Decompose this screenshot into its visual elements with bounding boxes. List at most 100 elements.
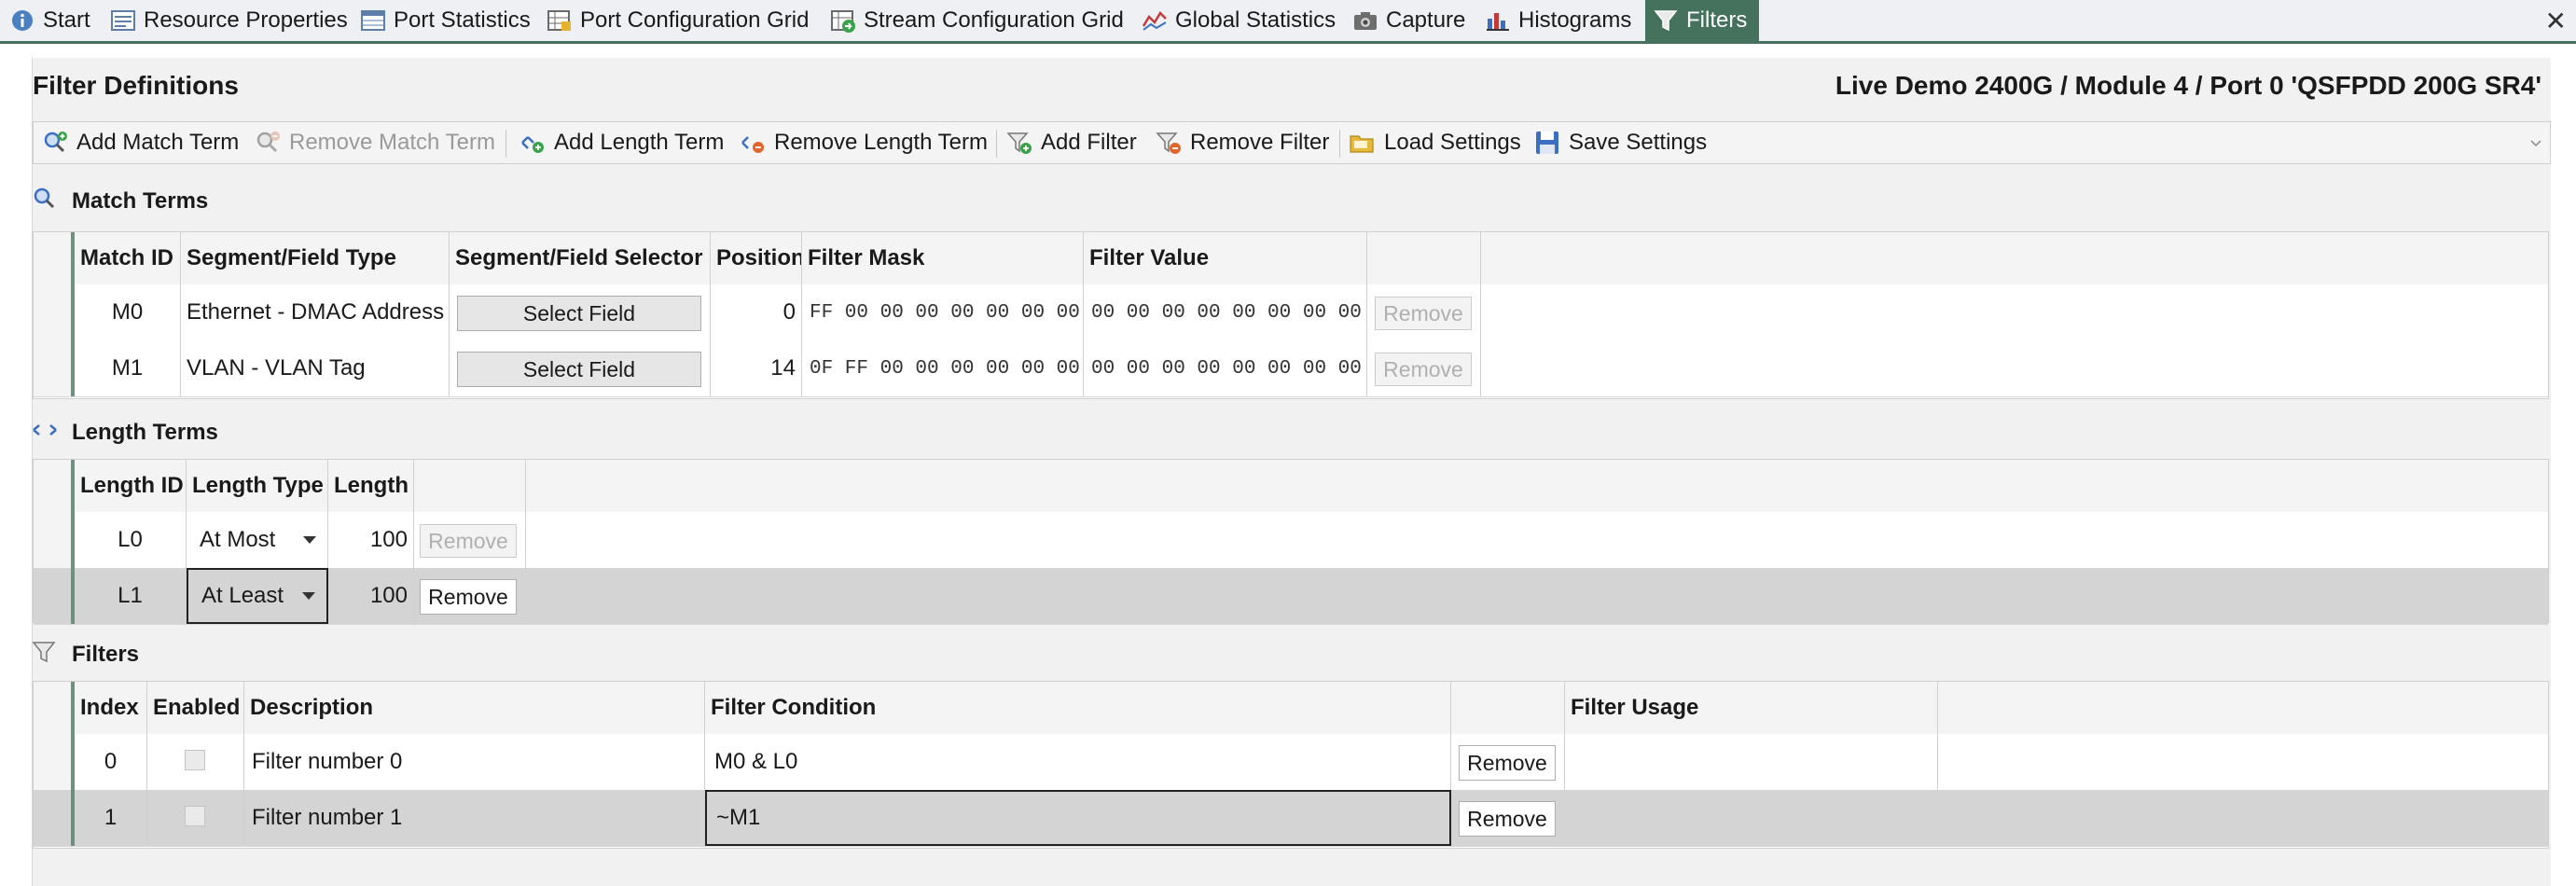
remove-filter-row-button[interactable]: Remove bbox=[1459, 801, 1556, 837]
length-terms-grid: Length ID Length Type Length L0 At Most … bbox=[33, 459, 2549, 625]
remove-filter-label: Remove Filter bbox=[1190, 130, 1330, 155]
length-type-dropdown[interactable]: At Least bbox=[187, 568, 328, 624]
filters-header: Filters bbox=[32, 642, 2551, 673]
description-cell[interactable]: Filter number 0 bbox=[244, 734, 705, 790]
remove-length-term-row-button[interactable]: Remove bbox=[420, 579, 517, 615]
camera-icon bbox=[1352, 7, 1378, 34]
toolbar-overflow-icon[interactable] bbox=[2529, 137, 2542, 150]
tab-start[interactable]: Start bbox=[9, 0, 90, 41]
remove-cell: Remove bbox=[1367, 340, 1481, 396]
col-description[interactable]: Description bbox=[244, 682, 705, 734]
length-type-value: At Most bbox=[200, 527, 276, 552]
remove-filter-row-button[interactable]: Remove bbox=[1459, 745, 1556, 781]
length-id-cell: L0 bbox=[75, 512, 187, 568]
table-icon bbox=[360, 7, 386, 34]
col-length-type[interactable]: Length Type bbox=[187, 460, 328, 512]
chevron-down-icon bbox=[302, 592, 315, 600]
col-remove bbox=[1451, 682, 1565, 734]
remove-match-term-label: Remove Match Term bbox=[289, 130, 495, 155]
col-position[interactable]: Position bbox=[711, 232, 802, 284]
position-cell[interactable]: 0 bbox=[711, 284, 802, 340]
table-row[interactable]: L0 At Most 100 Remove bbox=[34, 512, 2548, 569]
filter-value-cell[interactable]: 00 00 00 00 00 00 00 00 bbox=[1084, 284, 1367, 340]
remove-length-term-label: Remove Length Term bbox=[774, 130, 989, 155]
save-settings-label: Save Settings bbox=[1569, 130, 1708, 155]
add-match-term-button[interactable]: Add Match Term bbox=[41, 122, 239, 163]
col-length-id[interactable]: Length ID bbox=[75, 460, 187, 512]
load-settings-button[interactable]: Load Settings bbox=[1349, 122, 1521, 163]
histogram-icon bbox=[1485, 7, 1511, 34]
filter-value-cell[interactable]: 00 00 00 00 00 00 00 00 bbox=[1084, 340, 1367, 396]
tab-stream-configuration-grid[interactable]: Stream Configuration Grid bbox=[830, 0, 1124, 41]
col-filter-condition[interactable]: Filter Condition bbox=[705, 682, 1451, 734]
select-field-button[interactable]: Select Field bbox=[457, 296, 701, 331]
match-terms-header: Match Terms bbox=[33, 187, 2551, 220]
tab-histograms[interactable]: Histograms bbox=[1485, 0, 1631, 41]
table-row[interactable]: M1 VLAN - VLAN Tag Select Field 14 0F FF… bbox=[34, 340, 2548, 397]
add-length-term-button[interactable]: Add Length Term bbox=[519, 122, 724, 163]
tab-resource-properties[interactable]: Resource Properties bbox=[110, 0, 348, 41]
save-settings-button[interactable]: Save Settings bbox=[1533, 122, 1707, 163]
col-segment-field-selector[interactable]: Segment/Field Selector bbox=[450, 232, 711, 284]
add-match-term-label: Add Match Term bbox=[76, 130, 240, 155]
filters-page: Filter Definitions Live Demo 2400G / Mod… bbox=[32, 58, 2551, 886]
description-cell[interactable]: Filter number 1 bbox=[244, 790, 705, 846]
filter-mask-cell[interactable]: FF 00 00 00 00 00 00 00 bbox=[802, 284, 1084, 340]
document-tab-bar: Start Resource Properties Port Statistic… bbox=[0, 0, 2576, 44]
match-id-cell: M0 bbox=[75, 284, 181, 340]
filter-condition-editor[interactable]: ~M1 bbox=[705, 790, 1451, 846]
length-terms-header: Length Terms bbox=[33, 420, 2551, 451]
remove-filter-button[interactable]: Remove Filter bbox=[1155, 122, 1329, 163]
col-match-id[interactable]: Match ID bbox=[75, 232, 181, 284]
match-terms-title: Match Terms bbox=[72, 188, 209, 214]
col-index[interactable]: Index bbox=[75, 682, 147, 734]
match-id-cell: M1 bbox=[75, 340, 181, 396]
tab-port-statistics[interactable]: Port Statistics bbox=[360, 0, 531, 41]
col-length[interactable]: Length bbox=[328, 460, 414, 512]
length-terms-column-headers: Length ID Length Type Length bbox=[34, 460, 2548, 513]
col-segment-field-type[interactable]: Segment/Field Type bbox=[181, 232, 450, 284]
remove-length-term-row-button[interactable]: Remove bbox=[420, 524, 517, 558]
filter-condition-cell[interactable]: M0 & L0 bbox=[705, 734, 1451, 790]
table-row-selected[interactable]: 1 Filter number 1 ~M1 Remove bbox=[34, 790, 2548, 847]
col-filter-value[interactable]: Filter Value bbox=[1084, 232, 1367, 284]
remove-cell: Remove bbox=[1451, 734, 1565, 790]
index-cell: 1 bbox=[75, 790, 147, 846]
tab-filters[interactable]: Filters bbox=[1645, 0, 1759, 41]
remove-match-term-row-button[interactable]: Remove bbox=[1375, 297, 1472, 330]
col-filter-mask[interactable]: Filter Mask bbox=[802, 232, 1084, 284]
col-remove bbox=[1367, 232, 1481, 284]
position-cell[interactable]: 14 bbox=[711, 340, 802, 396]
segment-field-type-cell: VLAN - VLAN Tag bbox=[181, 340, 450, 396]
filter-usage-cell bbox=[1565, 734, 1938, 790]
col-remove bbox=[414, 460, 526, 512]
selector-cell: Select Field bbox=[450, 340, 711, 396]
col-enabled[interactable]: Enabled bbox=[147, 682, 244, 734]
enabled-checkbox[interactable] bbox=[185, 806, 205, 826]
tab-capture[interactable]: Capture bbox=[1352, 0, 1465, 41]
tab-label: Capture bbox=[1386, 7, 1466, 33]
length-type-dropdown[interactable]: At Most bbox=[187, 512, 328, 568]
table-row[interactable]: 0 Filter number 0 M0 & L0 Remove bbox=[34, 734, 2548, 791]
page-title: Filter Definitions bbox=[33, 71, 239, 100]
table-row-selected[interactable]: L1 At Least 100 Remove bbox=[34, 568, 2548, 625]
remove-search-icon bbox=[254, 129, 282, 157]
close-icon[interactable]: ✕ bbox=[2545, 6, 2567, 36]
select-field-button[interactable]: Select Field bbox=[457, 352, 701, 387]
enabled-checkbox[interactable] bbox=[185, 750, 205, 770]
tab-port-configuration-grid[interactable]: Port Configuration Grid bbox=[547, 0, 809, 41]
remove-match-term-button[interactable]: Remove Match Term bbox=[254, 122, 495, 163]
length-cell[interactable]: 100 bbox=[328, 568, 414, 624]
properties-icon bbox=[110, 7, 136, 34]
remove-match-term-row-button[interactable]: Remove bbox=[1375, 353, 1472, 386]
remove-length-term-button[interactable]: Remove Length Term bbox=[739, 122, 988, 163]
col-filter-usage[interactable]: Filter Usage bbox=[1565, 682, 1938, 734]
table-row[interactable]: M0 Ethernet - DMAC Address Select Field … bbox=[34, 284, 2548, 341]
tab-global-statistics[interactable]: Global Statistics bbox=[1142, 0, 1336, 41]
toolbar-separator bbox=[996, 130, 997, 158]
add-length-icon bbox=[519, 129, 547, 157]
add-filter-button[interactable]: Add Filter bbox=[1005, 122, 1137, 163]
length-cell[interactable]: 100 bbox=[328, 512, 414, 568]
tab-label: Stream Configuration Grid bbox=[864, 7, 1124, 33]
filter-mask-cell[interactable]: 0F FF 00 00 00 00 00 00 bbox=[802, 340, 1084, 396]
